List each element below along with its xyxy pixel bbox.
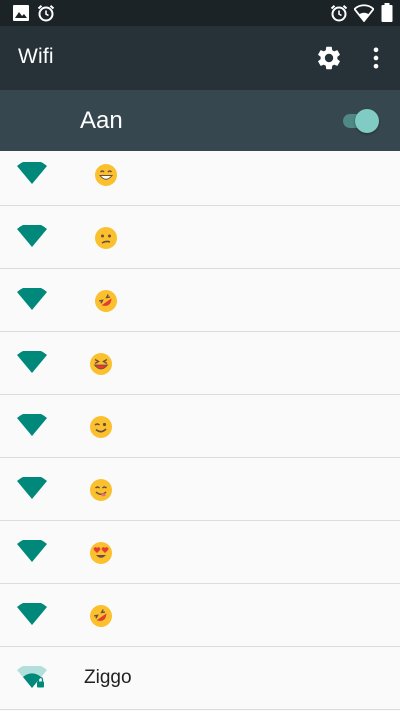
network-ssid: Ziggo — [84, 667, 132, 688]
wifi-full-signal-icon — [17, 225, 47, 247]
settings-gear-icon[interactable] — [315, 44, 343, 72]
page-title: Wifi — [18, 45, 54, 68]
heart-eyes-face-emoji — [90, 542, 112, 564]
grinning-face-emoji — [95, 164, 117, 186]
toggle-thumb — [355, 109, 379, 133]
network-row[interactable] — [0, 395, 400, 458]
laughing-squinting-face-emoji — [90, 353, 112, 375]
network-row[interactable] — [0, 206, 400, 269]
network-list: Ziggo — [0, 151, 400, 710]
wifi-full-signal-icon — [17, 603, 47, 625]
overflow-menu-icon[interactable] — [362, 44, 390, 72]
wifi-full-signal-icon — [17, 351, 47, 373]
network-row[interactable] — [0, 332, 400, 395]
wifi-full-signal-icon — [17, 288, 47, 310]
winking-face-emoji — [90, 416, 112, 438]
network-row[interactable] — [0, 151, 400, 206]
wifi-full-signal-icon — [17, 414, 47, 436]
battery-icon — [381, 3, 393, 22]
wifi-toggle[interactable] — [341, 107, 381, 135]
network-row[interactable] — [0, 521, 400, 584]
alarm-icon — [330, 5, 348, 22]
network-row[interactable] — [0, 458, 400, 521]
wifi-full-signal-icon — [17, 540, 47, 562]
network-row[interactable] — [0, 584, 400, 647]
wifi-switch-label: Aan — [80, 107, 123, 134]
wifi-full-signal-icon — [17, 477, 47, 499]
confused-face-emoji — [95, 227, 117, 249]
alarm-icon — [37, 5, 55, 22]
network-row[interactable] — [0, 269, 400, 332]
wifi-switch-bar[interactable]: Aan — [0, 90, 400, 151]
image-icon — [13, 5, 29, 21]
status-bar — [0, 0, 400, 26]
rolling-on-floor-laughing-emoji — [95, 290, 117, 312]
app-bar: Wifi — [0, 26, 400, 90]
wifi-signal-icon — [354, 4, 374, 22]
rolling-on-floor-laughing-emoji — [90, 605, 112, 627]
wifi-weak-secured-icon — [17, 666, 47, 688]
face-savoring-food-emoji — [90, 479, 112, 501]
wifi-full-signal-icon — [17, 162, 47, 184]
network-row[interactable]: Ziggo — [0, 647, 400, 710]
